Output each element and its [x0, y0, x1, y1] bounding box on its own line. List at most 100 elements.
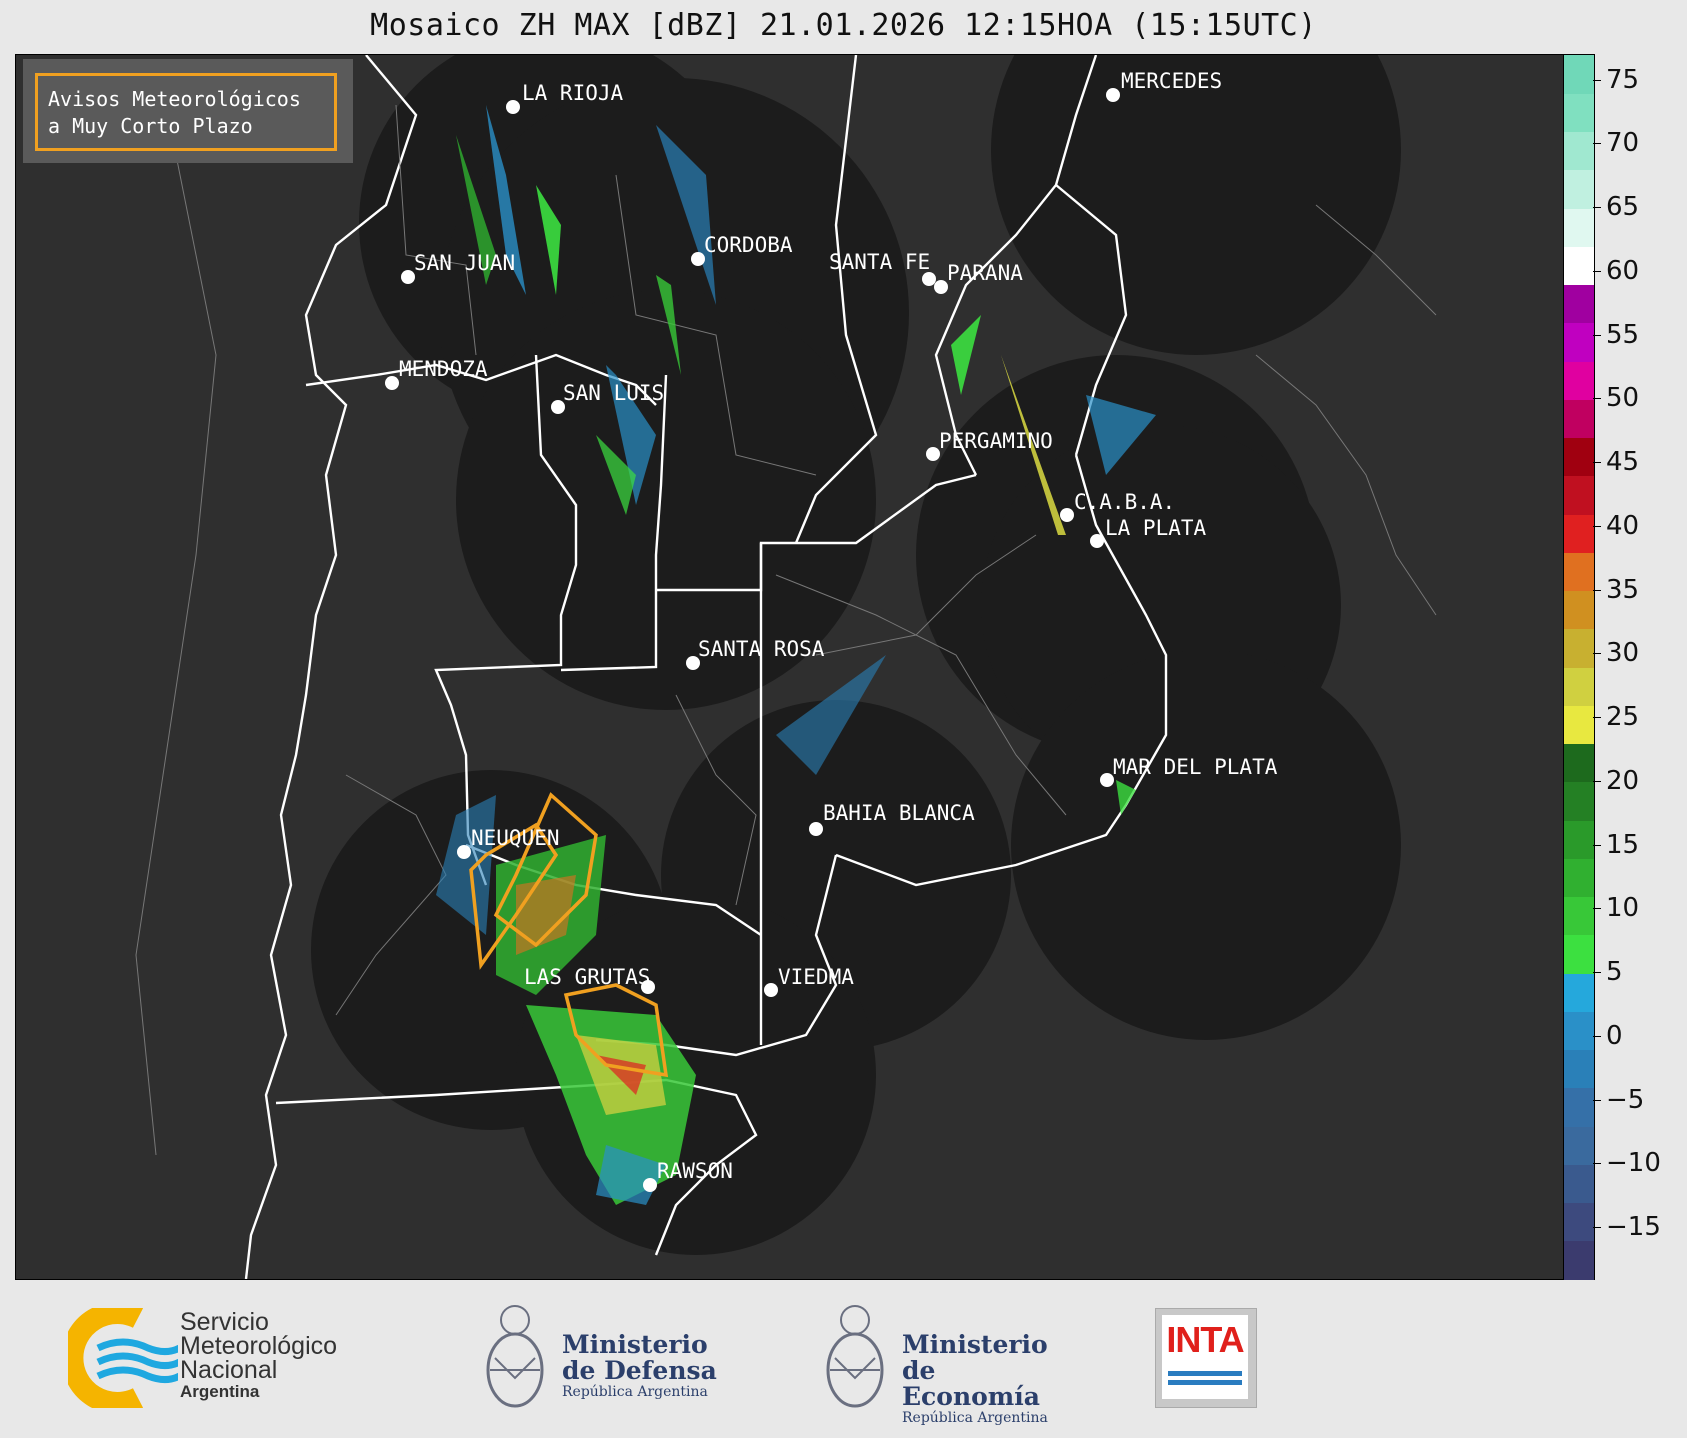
ministerio-economia-logo[interactable]: Ministerio de Economía República Argenti…	[820, 1298, 1080, 1426]
colorbar-tick	[1593, 79, 1601, 81]
colorbar-segment	[1564, 169, 1594, 209]
colorbar-tick-label: 5	[1606, 957, 1623, 987]
city-label-pergamino: PERGAMINO	[939, 429, 1053, 453]
colorbar-tick	[1593, 1099, 1601, 1101]
city-label-bahia-blanca: BAHIA BLANCA	[823, 801, 975, 825]
city-label-la-rioja: LA RIOJA	[522, 81, 624, 105]
colorbar-tick-label: 55	[1606, 319, 1640, 350]
city-dot-cordoba[interactable]	[691, 252, 705, 266]
economia-line1: Ministerio	[902, 1330, 1048, 1359]
colorbar-segment	[1564, 322, 1594, 362]
national-shield-icon	[826, 1305, 884, 1408]
colorbar-segment	[1564, 246, 1594, 285]
city-label-mar-del-plata: MAR DEL PLATA	[1113, 755, 1278, 779]
colorbar-tick	[1593, 589, 1601, 591]
colorbar-tick	[1593, 908, 1601, 910]
colorbar-tick	[1593, 1035, 1601, 1037]
city-dot-la-rioja[interactable]	[506, 100, 520, 114]
colorbar-tick-label: 25	[1606, 702, 1640, 732]
colorbar-segment	[1564, 1202, 1594, 1242]
colorbar-tick-label: 30	[1606, 638, 1640, 669]
colorbar-tick-label: 10	[1606, 893, 1640, 924]
city-dot-neuquen[interactable]	[457, 845, 471, 859]
colorbar-tick	[1593, 525, 1601, 527]
colorbar-segment	[1564, 781, 1594, 821]
colorbar-tick-label: −5	[1606, 1084, 1645, 1115]
city-dot-mendoza[interactable]	[385, 376, 399, 390]
notice-text: Avisos Meteorológicos a Muy Corto Plazo	[48, 86, 301, 140]
colorbar-segment	[1564, 552, 1594, 591]
notice-border: Avisos Meteorológicos a Muy Corto Plazo	[35, 73, 337, 151]
city-label-neuquen: NEUQUEN	[471, 826, 560, 850]
colorbar-tick	[1593, 462, 1601, 463]
city-dot-caba[interactable]	[1060, 508, 1074, 522]
colorbar-tick-label: 15	[1606, 829, 1640, 860]
colorbar-segment	[1564, 93, 1594, 132]
colorbar-segment	[1564, 1011, 1594, 1050]
colorbar-tick-label: 40	[1606, 510, 1640, 541]
city-label-santa-rosa: SANTA ROSA	[698, 637, 825, 661]
radar-map[interactable]: Avisos Meteorológicos a Muy Corto Plazo …	[15, 54, 1565, 1280]
dbz-colorbar	[1563, 54, 1595, 1280]
colorbar-segment	[1564, 208, 1594, 247]
inta-badge: INTA	[1162, 1315, 1248, 1399]
economia-sub: República Argentina	[902, 1410, 1048, 1426]
colorbar-segment	[1564, 743, 1594, 783]
map-title: Mosaico ZH MAX [dBZ] 21.01.2026 12:15HOA…	[370, 8, 1317, 43]
smn-line1: Servicio	[180, 1308, 269, 1336]
colorbar-tick-label: 45	[1606, 447, 1640, 477]
city-dot-mercedes[interactable]	[1106, 88, 1120, 102]
defensa-sub: República Argentina	[562, 1384, 708, 1400]
city-label-parana: PARANA	[947, 261, 1023, 285]
inta-logo[interactable]: INTA	[1155, 1308, 1257, 1408]
city-dot-parana[interactable]	[934, 280, 948, 294]
city-dot-la-plata[interactable]	[1090, 534, 1104, 548]
colorbar-tick	[1593, 207, 1601, 208]
economia-line2: de Economía	[902, 1356, 1040, 1411]
colorbar-tick-label: 65	[1606, 192, 1640, 222]
city-dot-rawson[interactable]	[643, 1178, 657, 1192]
colorbar-tick	[1593, 717, 1601, 718]
colorbar-tick	[1593, 398, 1601, 400]
colorbar-segment	[1564, 284, 1594, 324]
footer-logos: Servicio Meteorológico Nacional Argentin…	[0, 1280, 1687, 1438]
colorbar-tick	[1593, 334, 1601, 336]
colorbar-segment	[1564, 437, 1594, 477]
smn-line4: Argentina	[180, 1382, 260, 1401]
colorbar-tick-label: 20	[1606, 765, 1640, 796]
city-label-la-plata: LA PLATA	[1105, 516, 1207, 540]
radar-coverage	[311, 55, 1401, 1255]
ministerio-defensa-logo[interactable]: Ministerio de Defensa República Argentin…	[480, 1298, 740, 1418]
city-label-las-grutas: LAS GRUTAS	[524, 965, 651, 989]
colorbar-segment	[1564, 628, 1594, 668]
smn-line3: Nacional	[180, 1356, 278, 1384]
colorbar-segment	[1564, 475, 1594, 515]
city-dot-pergamino[interactable]	[926, 447, 940, 461]
defensa-line1: Ministerio	[562, 1330, 708, 1359]
city-label-san-juan: SAN JUAN	[414, 251, 516, 275]
colorbar-tick	[1593, 1163, 1601, 1165]
colorbar-tick-label: 0	[1606, 1020, 1623, 1051]
colorbar-segment	[1564, 1164, 1594, 1203]
colorbar-segment	[1564, 590, 1594, 630]
city-label-caba: C.A.B.A.	[1074, 490, 1176, 514]
colorbar-tick	[1593, 143, 1601, 145]
city-label-cordoba: CORDOBA	[704, 233, 793, 257]
colorbar-segment	[1564, 705, 1594, 744]
city-dot-bahia-blanca[interactable]	[809, 822, 823, 836]
city-dot-mar-del-plata[interactable]	[1100, 773, 1114, 787]
city-label-santa-fe: SANTA FE	[829, 250, 931, 274]
colorbar-segment	[1564, 667, 1594, 706]
colorbar-segment	[1564, 1240, 1594, 1280]
colorbar-segment	[1564, 973, 1594, 1012]
colorbar-segment	[1564, 1049, 1594, 1089]
national-shield-icon	[486, 1305, 544, 1408]
colorbar-tick-label: 70	[1606, 128, 1640, 159]
smn-emblem-icon	[68, 1308, 178, 1408]
colorbar-tick	[1593, 780, 1601, 782]
smn-line2: Meteorológico	[180, 1332, 338, 1360]
city-dot-san-juan[interactable]	[401, 270, 415, 284]
city-dot-viedma[interactable]	[764, 983, 778, 997]
smn-logo[interactable]: Servicio Meteorológico Nacional Argentin…	[68, 1308, 388, 1408]
colorbar-segment	[1564, 820, 1594, 859]
